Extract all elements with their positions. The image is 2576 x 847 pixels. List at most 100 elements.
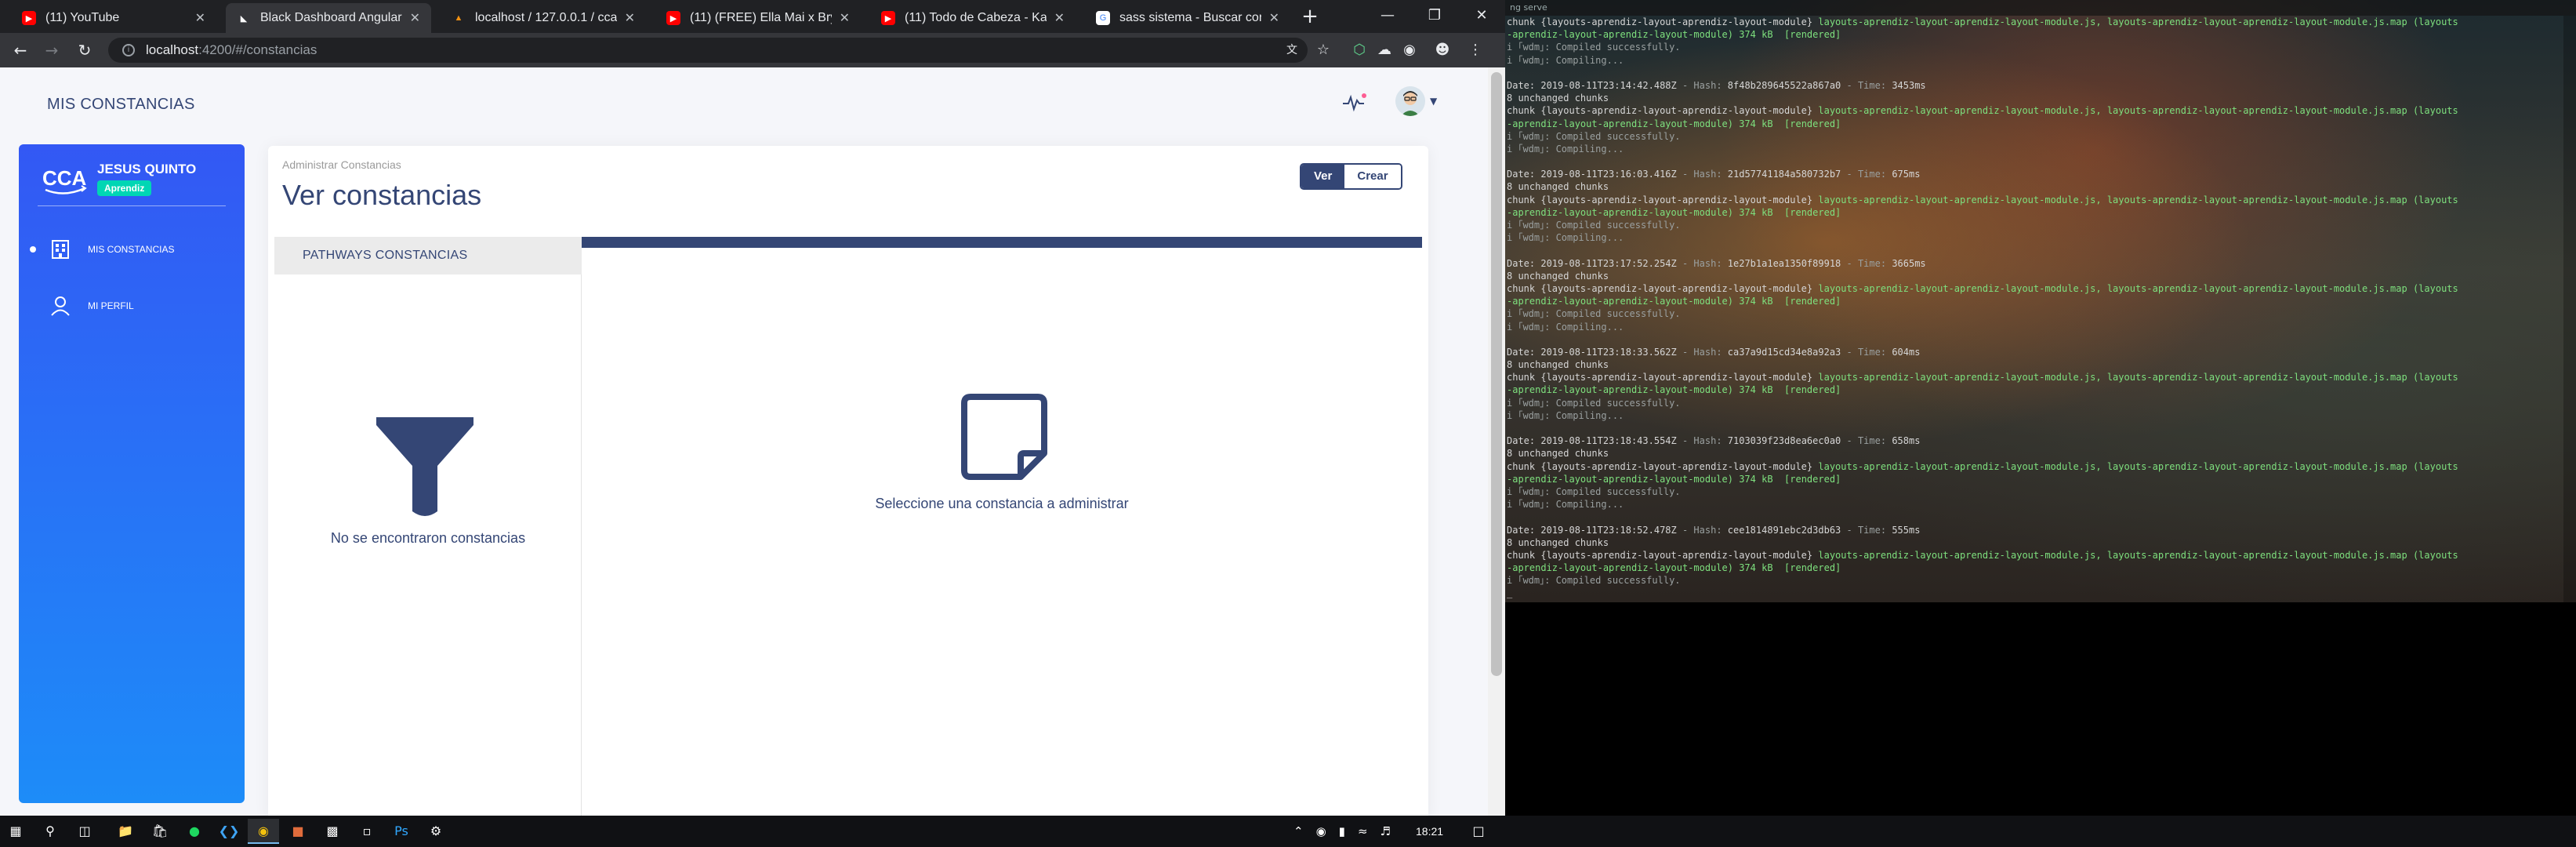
scrollbar-thumb[interactable] [1491, 72, 1502, 676]
browser-tab[interactable]: Gsass sistema - Buscar con Go ✕ [1085, 3, 1290, 33]
terminal-line: i ｢wdm｣: Compiling... [1507, 321, 1624, 333]
page-scrollbar[interactable] [1488, 67, 1505, 816]
browser-tab[interactable]: ▲ localhost / 127.0.0.1 / cca_sc ✕ [441, 3, 646, 33]
wifi-icon[interactable]: ≈ [1358, 824, 1368, 838]
minimize-button[interactable]: — [1364, 0, 1411, 31]
reload-button[interactable]: ↻ [72, 38, 97, 63]
terminal-line: i ｢wdm｣: Compiled successfully. [1507, 220, 1681, 231]
extension-cloud-icon[interactable]: ☁ [1373, 39, 1395, 61]
terminal-line: Date: 2019-08-11T23:18:52.478Z - Hash: c… [1507, 524, 1921, 536]
app-misc-icon[interactable]: ⚙ [420, 819, 452, 844]
activity-pulse-icon[interactable] [1341, 88, 1369, 116]
translate-icon[interactable]: 文 [1281, 39, 1303, 61]
sidebar-item-mi-perfil[interactable]: MI PERFIL [19, 290, 245, 322]
notifications-icon[interactable]: □ [1463, 816, 1494, 847]
terminal-output[interactable]: chunk {layouts-aprendiz-layout-aprendiz-… [1507, 16, 2557, 600]
youtube-icon: ▶ [881, 11, 895, 25]
terminal-line: i ｢wdm｣: Compiled successfully. [1507, 308, 1681, 320]
extension-hex-icon[interactable]: ⬡ [1348, 39, 1370, 61]
profile-avatar-icon[interactable]: ☻ [1431, 39, 1453, 61]
sidebar-item-mis-constancias[interactable]: MIS CONSTANCIAS [19, 234, 245, 265]
youtube-icon: ▶ [22, 11, 36, 25]
new-tab-button[interactable]: + [1297, 5, 1322, 30]
terminal-line: Date: 2019-08-11T23:18:43.554Z - Hash: 7… [1507, 435, 1921, 447]
crear-button[interactable]: Crear [1344, 165, 1401, 188]
file-explorer-icon[interactable]: 📁 [110, 819, 141, 844]
terminal-line: chunk {layouts-aprendiz-layout-aprendiz-… [1507, 194, 2458, 205]
terminal-line: i ｢wdm｣: Compiling... [1507, 143, 1624, 154]
address-bar[interactable]: i localhost:4200/#/constancias [108, 38, 1308, 63]
close-tab-icon[interactable]: ✕ [840, 10, 850, 26]
terminal-line: chunk {layouts-aprendiz-layout-aprendiz-… [1507, 372, 2458, 384]
browser-tab[interactable]: ▶ (11) Todo de Cabeza - Kaleth ✕ [870, 3, 1076, 33]
chevron-down-icon[interactable]: ▼ [1430, 96, 1437, 107]
browser-tab[interactable]: ▶ (11) (FREE) Ella Mai x Bryson ✕ [655, 3, 861, 33]
vscode-icon[interactable]: ❮❯ [213, 819, 245, 844]
terminal-line: Date: 2019-08-11T23:17:52.254Z - Hash: 1… [1507, 257, 1926, 269]
terminal-line: i ｢wdm｣: Compiled successfully. [1507, 485, 1681, 497]
youtube-icon: ▶ [666, 11, 680, 25]
terminal-scrollbar[interactable] [2563, 16, 2576, 602]
tab-strip: ▶ (11) YouTube ✕ ◣ Black Dashboard Angular b… [0, 0, 1505, 33]
empty-state-message: No se encontraron constancias [330, 530, 526, 546]
close-tab-icon[interactable]: ✕ [195, 10, 205, 26]
notepad-icon[interactable]: ▫ [351, 819, 383, 844]
tab-title: localhost / 127.0.0.1 / cca_sc [475, 11, 617, 24]
ver-button[interactable]: Ver [1301, 165, 1345, 188]
windows-start-icon[interactable]: ▦ [0, 819, 31, 844]
back-button[interactable]: ← [8, 38, 33, 63]
terminal-app-icon[interactable]: ▩ [317, 819, 348, 844]
taskbar-clock[interactable]: 18:21 [1416, 816, 1443, 847]
breadcrumb: Administrar Constancias [282, 158, 401, 171]
filter-funnel-icon [376, 417, 473, 516]
chrome-icon[interactable]: ◉ [248, 819, 279, 844]
photoshop-icon[interactable]: Ps [386, 819, 417, 844]
terminal-line: chunk {layouts-aprendiz-layout-aprendiz-… [1507, 460, 2458, 472]
spotify-icon[interactable]: ● [179, 819, 210, 844]
app-page: MIS CONSTANCIAS ▼ CCA JESUS QUINTO Apren… [0, 67, 1488, 816]
view-toggle-group: Ver Crear [1300, 163, 1402, 190]
volume-icon[interactable]: ♬ [1381, 824, 1391, 838]
search-icon[interactable]: ⚲ [34, 819, 66, 844]
extension-o-icon[interactable]: ◉ [1399, 39, 1420, 61]
site-info-icon[interactable]: i [122, 44, 135, 56]
browser-tab[interactable]: ▶ (11) YouTube ✕ [11, 3, 216, 33]
terminal-line: i ｢wdm｣: Compiling... [1507, 54, 1624, 66]
terminal-line: Date: 2019-08-11T23:18:33.562Z - Hash: c… [1507, 346, 1921, 358]
close-window-button[interactable]: ✕ [1458, 0, 1505, 31]
app-orange-icon[interactable]: ■ [282, 819, 314, 844]
chevron-up-icon[interactable]: ⌃ [1293, 824, 1304, 838]
close-tab-icon[interactable]: ✕ [1054, 10, 1065, 26]
terminal-cursor: _ [1507, 587, 1513, 599]
battery-icon[interactable]: ▮ [1339, 824, 1345, 838]
terminal-line: i ｢wdm｣: Compiling... [1507, 232, 1624, 244]
tab-title: (11) YouTube [45, 11, 120, 24]
terminal-line: -aprendiz-layout-aprendiz-layout-module)… [1507, 384, 1841, 396]
restore-button[interactable]: ❐ [1411, 0, 1458, 31]
menu-kebab-icon[interactable]: ⋮ [1464, 39, 1486, 61]
browser-toolbar: ← → ↻ i localhost:4200/#/constancias 文 ☆… [0, 33, 1505, 67]
pathways-tab[interactable]: PATHWAYS CONSTANCIAS [274, 237, 582, 274]
close-tab-icon[interactable]: ✕ [1269, 10, 1279, 26]
close-tab-icon[interactable]: ✕ [410, 10, 420, 26]
browser-tab[interactable]: ◣ Black Dashboard Angular by ✕ [226, 3, 431, 33]
creative-tim-icon: ◣ [240, 13, 248, 24]
task-view-icon[interactable]: ◫ [69, 819, 100, 844]
active-dot [30, 246, 36, 253]
terminal-line: 8 unchanged chunks [1507, 359, 1609, 371]
tab-title: sass sistema - Buscar con Go [1119, 11, 1261, 24]
forward-button[interactable]: → [39, 38, 64, 63]
avatar[interactable] [1395, 86, 1425, 116]
cca-logo: CCA [42, 166, 87, 194]
store-icon[interactable]: 🛍 [144, 819, 176, 844]
close-tab-icon[interactable]: ✕ [625, 10, 635, 26]
bookmark-star-icon[interactable]: ☆ [1312, 39, 1334, 61]
taskbar: ▦ ⚲ ◫ 📁 🛍 ● ❮❯ ◉ ■ ▩ ▫ Ps ⚙ ⌃ ◉ ▮ ≈ ♬ 18… [0, 816, 2576, 847]
terminal-line: 8 unchanged chunks [1507, 536, 1609, 548]
security-icon[interactable]: ◉ [1316, 824, 1326, 838]
page-title: MIS CONSTANCIAS [47, 96, 195, 113]
detail-header-bar [582, 237, 1422, 248]
